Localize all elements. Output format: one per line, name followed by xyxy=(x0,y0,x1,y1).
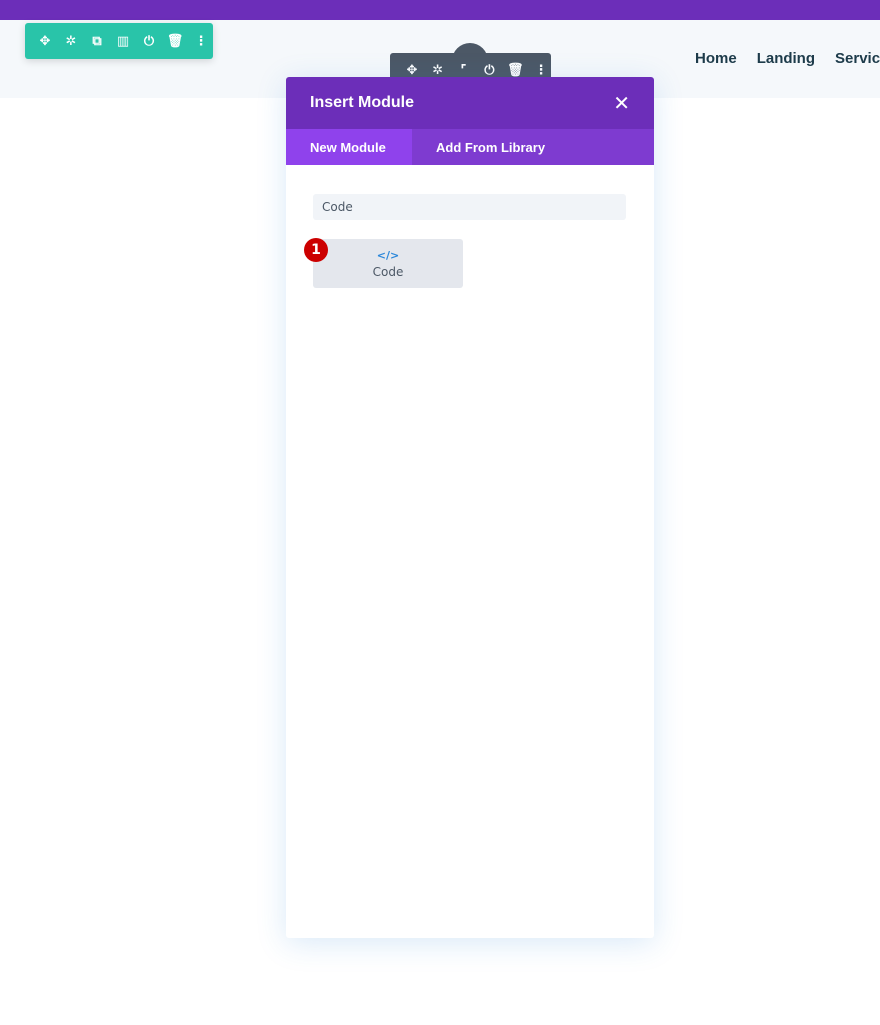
trash-icon[interactable]: 🗑︎ xyxy=(165,31,185,51)
more-icon[interactable]: ⋮ xyxy=(191,31,211,51)
module-search-input[interactable] xyxy=(313,194,626,220)
modal-title: Insert Module xyxy=(310,94,415,111)
columns-icon[interactable]: ▥ xyxy=(113,31,133,51)
nav-item-landing[interactable]: Landing xyxy=(757,50,815,67)
gear-icon[interactable]: ✲ xyxy=(61,31,81,51)
code-icon: </> xyxy=(376,248,400,262)
insert-module-modal: Insert Module ✕ New Module Add From Libr… xyxy=(286,77,654,938)
module-label: Code xyxy=(372,264,404,279)
main-nav: Home Landing Servic xyxy=(695,50,880,67)
move-icon[interactable]: ✥ xyxy=(35,31,55,51)
top-bar xyxy=(0,0,880,20)
close-icon[interactable]: ✕ xyxy=(613,91,630,115)
step-badge: 1 xyxy=(304,238,328,262)
modal-tabs: New Module Add From Library xyxy=(286,129,654,165)
tab-add-from-library[interactable]: Add From Library xyxy=(412,129,569,165)
power-icon[interactable]: ⏻ xyxy=(139,31,159,51)
nav-item-home[interactable]: Home xyxy=(695,50,737,67)
modal-header: Insert Module ✕ xyxy=(286,77,654,129)
duplicate-icon[interactable]: ⧉ xyxy=(87,31,107,51)
nav-item-services[interactable]: Servic xyxy=(835,50,880,67)
module-code-button[interactable]: </> Code xyxy=(313,239,463,288)
tab-new-module[interactable]: New Module xyxy=(286,129,412,165)
row-toolbar: ✥ ✲ ⧉ ▥ ⏻ 🗑︎ ⋮ xyxy=(25,23,213,59)
